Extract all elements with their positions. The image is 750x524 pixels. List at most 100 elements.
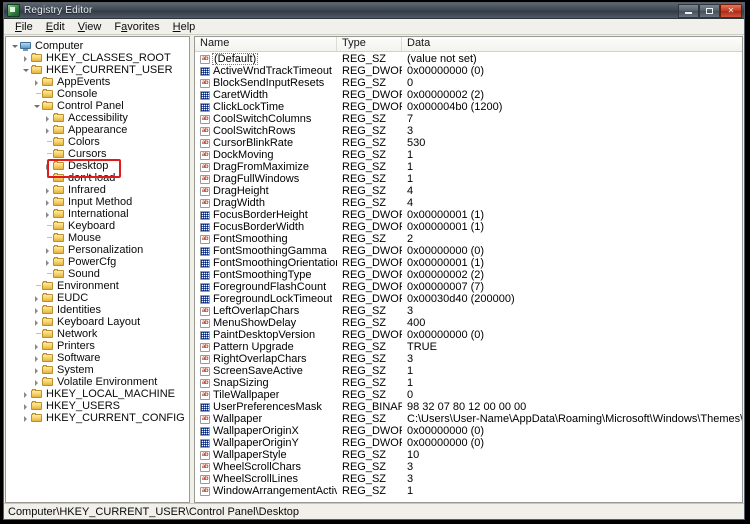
- chevron-right-icon[interactable]: [44, 112, 53, 124]
- table-row[interactable]: ab WindowArrangementActive REG_SZ 1: [195, 485, 742, 497]
- tree-node-international[interactable]: International: [6, 208, 189, 220]
- close-button[interactable]: ✕: [720, 4, 742, 18]
- table-row[interactable]: ForegroundLockTimeout REG_DWORD 0x00030d40…: [195, 293, 742, 305]
- chevron-down-icon[interactable]: [33, 100, 42, 112]
- tree-node-sound[interactable]: Sound: [6, 268, 189, 280]
- table-row[interactable]: ab TileWallpaper REG_SZ 0: [195, 389, 742, 401]
- table-row[interactable]: ab FontSmoothing REG_SZ 2: [195, 233, 742, 245]
- table-row[interactable]: ab DragHeight REG_SZ 4: [195, 185, 742, 197]
- chevron-down-icon[interactable]: [22, 64, 31, 76]
- table-row[interactable]: FontSmoothingGamma REG_DWORD 0x00000000 (0…: [195, 245, 742, 257]
- table-row[interactable]: ab CoolSwitchRows REG_SZ 3: [195, 125, 742, 137]
- chevron-right-icon[interactable]: [33, 364, 42, 376]
- chevron-right-icon[interactable]: [22, 52, 31, 64]
- menu-item-view[interactable]: View: [72, 20, 109, 34]
- chevron-right-icon[interactable]: [33, 340, 42, 352]
- menu-item-edit[interactable]: Edit: [40, 20, 72, 34]
- table-row[interactable]: ActiveWndTrackTimeout REG_DWORD 0x00000000…: [195, 65, 742, 77]
- table-row[interactable]: ab SnapSizing REG_SZ 1: [195, 377, 742, 389]
- chevron-right-icon[interactable]: [44, 184, 53, 196]
- tree-node-appearance[interactable]: Appearance: [6, 124, 189, 136]
- table-row[interactable]: ab Wallpaper REG_SZ C:\Users\User-Name\AppD…: [195, 413, 742, 425]
- table-row[interactable]: ab DragFromMaximize REG_SZ 1: [195, 161, 742, 173]
- list-column-headers[interactable]: Name Type Data: [195, 37, 742, 52]
- table-row[interactable]: ForegroundFlashCount REG_DWORD 0x00000007 …: [195, 281, 742, 293]
- table-row[interactable]: ab BlockSendInputResets REG_SZ 0: [195, 77, 742, 89]
- table-row[interactable]: PaintDesktopVersion REG_DWORD 0x00000000 (…: [195, 329, 742, 341]
- maximize-button[interactable]: [699, 4, 720, 18]
- table-row[interactable]: ClickLockTime REG_DWORD 0x000004b0 (1200): [195, 101, 742, 113]
- menu-item-file[interactable]: File: [9, 20, 40, 34]
- title-bar[interactable]: Registry Editor ✕: [4, 3, 744, 19]
- tree-node-hkey-current-config[interactable]: HKEY_CURRENT_CONFIG: [6, 412, 189, 424]
- chevron-right-icon[interactable]: [33, 292, 42, 304]
- table-row[interactable]: ab DragWidth REG_SZ 4: [195, 197, 742, 209]
- menu-item-favorites[interactable]: Favorites: [108, 20, 166, 34]
- column-header-data[interactable]: Data: [402, 37, 742, 51]
- tree-node-cursors[interactable]: Cursors: [6, 148, 189, 160]
- table-row[interactable]: ab DragFullWindows REG_SZ 1: [195, 173, 742, 185]
- tree-node-accessibility[interactable]: Accessibility: [6, 112, 189, 124]
- tree-node-console[interactable]: Console: [6, 88, 189, 100]
- tree-node-hkey-classes-root[interactable]: HKEY_CLASSES_ROOT: [6, 52, 189, 64]
- registry-tree-pane[interactable]: Computer HKEY_CLASSES_ROOT HKEY_CURRENT_US…: [5, 36, 189, 503]
- tree-node-infrared[interactable]: Infrared: [6, 184, 189, 196]
- tree-node-volatile-environment[interactable]: Volatile Environment: [6, 376, 189, 388]
- table-row[interactable]: ab WheelScrollLines REG_SZ 3: [195, 473, 742, 485]
- tree-node-keyboard-layout[interactable]: Keyboard Layout: [6, 316, 189, 328]
- chevron-right-icon[interactable]: [22, 388, 31, 400]
- chevron-right-icon[interactable]: [33, 316, 42, 328]
- table-row[interactable]: ab (Default) REG_SZ (value not set): [195, 53, 742, 65]
- table-row[interactable]: ab ScreenSaveActive REG_SZ 1: [195, 365, 742, 377]
- table-row[interactable]: ab Pattern Upgrade REG_SZ TRUE: [195, 341, 742, 353]
- chevron-right-icon[interactable]: [44, 244, 53, 256]
- chevron-right-icon[interactable]: [44, 256, 53, 268]
- table-row[interactable]: ab RightOverlapChars REG_SZ 3: [195, 353, 742, 365]
- table-row[interactable]: FocusBorderWidth REG_DWORD 0x00000001 (1): [195, 221, 742, 233]
- chevron-right-icon[interactable]: [33, 304, 42, 316]
- tree-node-hkey-users[interactable]: HKEY_USERS: [6, 400, 189, 412]
- table-row[interactable]: ab CursorBlinkRate REG_SZ 530: [195, 137, 742, 149]
- tree-node-keyboard[interactable]: Keyboard: [6, 220, 189, 232]
- tree-node-mouse[interactable]: Mouse: [6, 232, 189, 244]
- column-header-type[interactable]: Type: [337, 37, 402, 51]
- table-row[interactable]: ab CoolSwitchColumns REG_SZ 7: [195, 113, 742, 125]
- tree-node-colors[interactable]: Colors: [6, 136, 189, 148]
- menu-item-help[interactable]: Help: [167, 20, 203, 34]
- table-row[interactable]: CaretWidth REG_DWORD 0x00000002 (2): [195, 89, 742, 101]
- chevron-right-icon[interactable]: [22, 412, 31, 424]
- tree-node-don-t-load[interactable]: don't load: [6, 172, 189, 184]
- chevron-right-icon[interactable]: [44, 160, 53, 172]
- table-row[interactable]: FontSmoothingOrientation REG_DWORD 0x00000…: [195, 257, 742, 269]
- tree-node-printers[interactable]: Printers: [6, 340, 189, 352]
- tree-node-environment[interactable]: Environment: [6, 280, 189, 292]
- minimize-button[interactable]: [678, 4, 699, 18]
- tree-node-appevents[interactable]: AppEvents: [6, 76, 189, 88]
- table-row[interactable]: WallpaperOriginX REG_DWORD 0x00000000 (0): [195, 425, 742, 437]
- table-row[interactable]: UserPreferencesMask REG_BINARY 98 32 07 80…: [195, 401, 742, 413]
- chevron-right-icon[interactable]: [44, 124, 53, 136]
- table-row[interactable]: ab DockMoving REG_SZ 1: [195, 149, 742, 161]
- tree-node-computer[interactable]: Computer: [6, 40, 189, 52]
- tree-node-system[interactable]: System: [6, 364, 189, 376]
- tree-node-powercfg[interactable]: PowerCfg: [6, 256, 189, 268]
- table-row[interactable]: ab WheelScrollChars REG_SZ 3: [195, 461, 742, 473]
- chevron-right-icon[interactable]: [33, 76, 42, 88]
- tree-node-control-panel[interactable]: Control Panel: [6, 100, 189, 112]
- tree-node-hkey-local-machine[interactable]: HKEY_LOCAL_MACHINE: [6, 388, 189, 400]
- registry-values-pane[interactable]: Name Type Data ab (Default) REG_SZ (value n…: [195, 36, 743, 503]
- tree-node-software[interactable]: Software: [6, 352, 189, 364]
- tree-node-network[interactable]: Network: [6, 328, 189, 340]
- table-row[interactable]: ab MenuShowDelay REG_SZ 400: [195, 317, 742, 329]
- column-header-name[interactable]: Name: [195, 37, 337, 51]
- chevron-right-icon[interactable]: [22, 400, 31, 412]
- chevron-right-icon[interactable]: [44, 208, 53, 220]
- chevron-right-icon[interactable]: [33, 352, 42, 364]
- table-row[interactable]: FocusBorderHeight REG_DWORD 0x00000001 (1): [195, 209, 742, 221]
- table-row[interactable]: FontSmoothingType REG_DWORD 0x00000002 (2): [195, 269, 742, 281]
- tree-node-hkey-current-user[interactable]: HKEY_CURRENT_USER: [6, 64, 189, 76]
- chevron-down-icon[interactable]: [11, 40, 20, 52]
- tree-node-eudc[interactable]: EUDC: [6, 292, 189, 304]
- table-row[interactable]: WallpaperOriginY REG_DWORD 0x00000000 (0): [195, 437, 742, 449]
- tree-node-desktop[interactable]: Desktop: [6, 160, 189, 172]
